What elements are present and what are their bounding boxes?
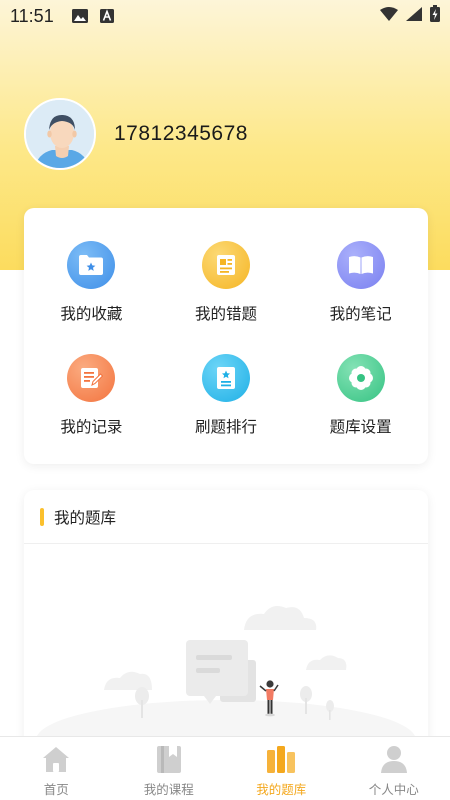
- tab-label: 我的题库: [256, 782, 307, 797]
- app-a-notification-icon: [99, 9, 114, 23]
- home-icon: [41, 743, 71, 775]
- menu-my-favorites[interactable]: 我的收藏: [24, 241, 159, 324]
- image-notification-icon: [71, 9, 88, 23]
- tab-my-question-bank[interactable]: 我的题库: [225, 737, 338, 800]
- tab-label: 我的课程: [143, 782, 194, 797]
- person-icon: [379, 743, 409, 775]
- course-book-icon: [155, 743, 183, 775]
- question-bank-section: 我的题库: [24, 490, 428, 760]
- gear-icon: [336, 354, 385, 402]
- status-bar: 11:51: [0, 0, 450, 32]
- user-phone-number: 17812345678: [114, 122, 248, 145]
- feature-menu-card: 我的收藏 我的错题 我的笔记 我的记录 刷题排行 题库设置: [24, 208, 428, 464]
- wrong-questions-icon: [201, 241, 250, 289]
- menu-bank-settings[interactable]: 题库设置: [293, 354, 428, 437]
- wifi-icon: [380, 6, 398, 26]
- menu-label: 我的收藏: [60, 305, 123, 323]
- accent-bar: [40, 507, 44, 526]
- signal-icon: [406, 6, 422, 26]
- ranking-star-icon: [201, 354, 250, 402]
- tab-label: 个人中心: [368, 782, 419, 797]
- tab-my-courses[interactable]: 我的课程: [113, 737, 226, 800]
- folder-star-icon: [67, 241, 116, 289]
- tab-home[interactable]: 首页: [0, 737, 113, 800]
- menu-label: 刷题排行: [194, 418, 257, 436]
- book-icon: [336, 241, 385, 289]
- empty-state-illustration: [24, 590, 428, 760]
- menu-label: 我的记录: [60, 418, 123, 436]
- section-title: 我的题库: [54, 508, 117, 527]
- menu-my-records[interactable]: 我的记录: [24, 354, 159, 437]
- menu-label: 我的错题: [194, 305, 257, 323]
- menu-my-wrong-questions[interactable]: 我的错题: [159, 241, 294, 324]
- user-profile[interactable]: 17812345678: [24, 98, 248, 170]
- section-header: 我的题库: [24, 490, 428, 544]
- bottom-tab-bar: 首页 我的课程 我的题库 个人中心: [0, 736, 450, 800]
- avatar[interactable]: [24, 98, 96, 170]
- menu-label: 我的笔记: [329, 305, 392, 323]
- record-edit-icon: [67, 354, 116, 402]
- menu-my-notes[interactable]: 我的笔记: [293, 241, 428, 324]
- tab-personal-center[interactable]: 个人中心: [338, 737, 450, 800]
- status-time: 11:51: [10, 5, 54, 26]
- menu-ranking[interactable]: 刷题排行: [159, 354, 294, 437]
- tab-label: 首页: [43, 782, 69, 797]
- battery-charging-icon: [430, 5, 440, 27]
- menu-label: 题库设置: [329, 418, 392, 436]
- question-bank-icon: [265, 743, 297, 775]
